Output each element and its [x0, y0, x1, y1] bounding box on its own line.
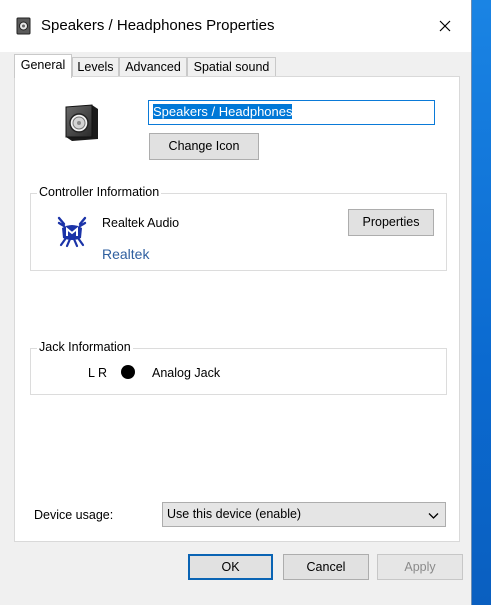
- properties-dialog: Speakers / Headphones Properties General…: [0, 0, 472, 605]
- cancel-button[interactable]: Cancel: [283, 554, 369, 580]
- tab-advanced[interactable]: Advanced: [119, 57, 187, 78]
- ok-button[interactable]: OK: [188, 554, 273, 580]
- jack-channels: L R: [88, 366, 107, 380]
- controller-vendor: Realtek: [102, 246, 150, 262]
- change-icon-button[interactable]: Change Icon: [149, 133, 259, 160]
- speaker-icon: [62, 103, 100, 143]
- device-name-value: Speakers / Headphones: [153, 104, 293, 119]
- device-usage-label: Device usage:: [34, 508, 114, 522]
- jack-info-title: Jack Information: [37, 340, 133, 354]
- device-usage-select[interactable]: Use this device (enable): [162, 502, 446, 527]
- controller-properties-button[interactable]: Properties: [348, 209, 434, 236]
- device-name-input[interactable]: Speakers / Headphones: [148, 100, 435, 125]
- tab-spatial-sound[interactable]: Spatial sound: [187, 57, 276, 78]
- chevron-down-icon: [428, 509, 439, 523]
- apply-button[interactable]: Apply: [377, 554, 463, 580]
- title-bar[interactable]: Speakers / Headphones Properties: [0, 0, 471, 52]
- realtek-crab-icon: [55, 214, 89, 248]
- controller-name: Realtek Audio: [102, 216, 180, 230]
- desktop-background: [472, 0, 491, 605]
- controller-info-title: Controller Information: [37, 185, 162, 199]
- window-title: Speakers / Headphones Properties: [41, 17, 275, 34]
- jack-color-indicator: [121, 365, 135, 379]
- tab-general[interactable]: General: [14, 54, 72, 78]
- jack-type-label: Analog Jack: [152, 366, 221, 380]
- speaker-icon: [16, 17, 32, 35]
- device-usage-value: Use this device (enable): [167, 507, 302, 521]
- close-button[interactable]: [430, 12, 460, 42]
- close-icon: [439, 20, 451, 35]
- tab-levels[interactable]: Levels: [72, 57, 119, 78]
